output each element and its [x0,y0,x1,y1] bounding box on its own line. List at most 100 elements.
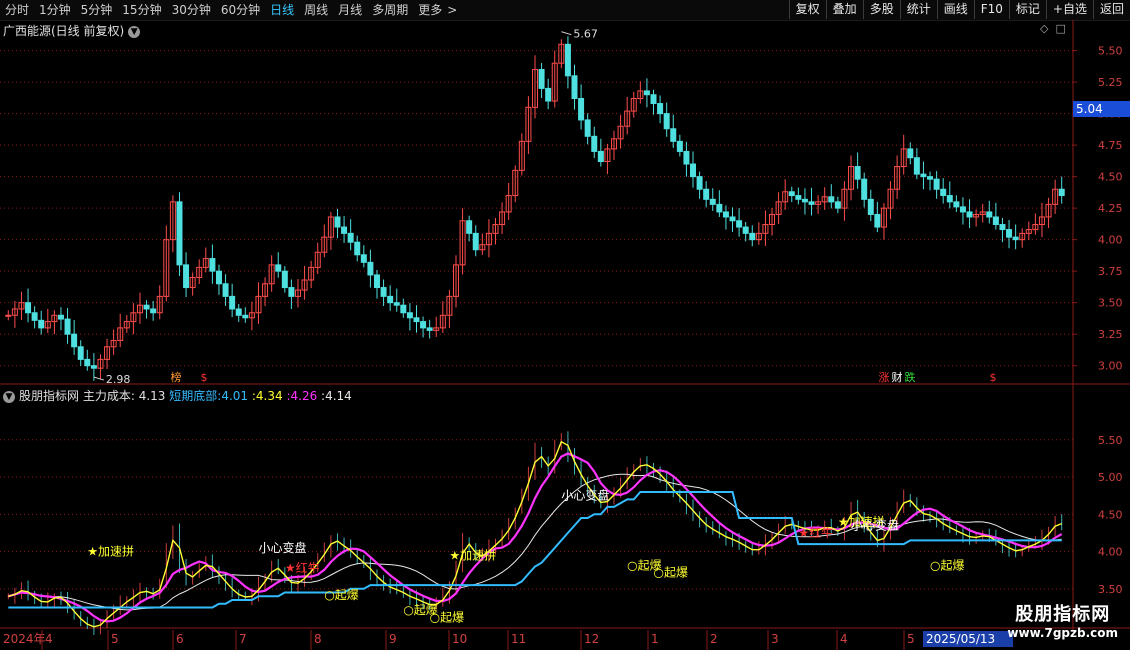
y-tick-label: 3.50 [1098,297,1123,310]
x-year-label: 2024年 [3,632,46,646]
candle-body [71,333,78,348]
candle-body [84,358,91,367]
candle-body [578,97,585,121]
candle-body [597,150,604,163]
watermark-title: 股朋指标网 [1015,604,1111,625]
candle-body [183,264,190,289]
candle-body [360,254,367,263]
low-pointer [93,376,105,381]
candle-body [808,201,815,205]
high-price-label: 5.67 [573,28,598,41]
candle-body [538,69,545,89]
candle-body [834,201,841,209]
candle-body [584,119,591,137]
x-month-label: 10 [452,632,467,646]
candle-body [690,163,697,178]
candle-body [347,232,354,243]
candle-body [749,232,756,241]
candle-body [940,188,947,197]
y-tick-label: 3.75 [1098,265,1123,278]
candle-body [670,128,677,142]
x-month-label: 7 [239,632,247,646]
candle-body [393,302,400,306]
candle-body [400,304,407,314]
candle-body [420,321,427,329]
candle-body [31,312,38,321]
signal-label: ★加速拼 [87,545,134,559]
signal-label: ○起爆 [324,588,358,602]
x-month-label: 11 [511,632,526,646]
indicator-y-tick-label: 5.50 [1098,434,1123,447]
stock-chart[interactable]: 5.50 5.25 5.00 4.75 4.50 4.25 4.00 3.75 3.50 3.25… [0,0,1130,650]
x-month-label: 4 [840,632,848,646]
indicator-y-tick-label: 3.50 [1098,583,1123,596]
candle-body [736,220,743,228]
candle-body [795,195,802,200]
signal-label: ★红牛 [285,560,320,575]
x-month-label: 2 [710,632,718,646]
candle-body [545,87,552,102]
candle-body [828,196,835,203]
signal-label: ★加速拼 [449,548,496,562]
candle-body [966,211,973,218]
candle-body [242,314,249,319]
y-tick-label: 4.25 [1098,202,1123,215]
signal-label: ★红牛 [798,525,833,540]
candle-body [354,241,361,256]
candle-body [571,75,578,99]
x-month-label: 5 [111,632,119,646]
candle-body [38,319,45,329]
candle-body [742,226,749,234]
candle-body [716,203,723,213]
candle-body [176,201,183,266]
candle-body [913,157,920,175]
candle-body [946,195,953,203]
signal-label: 小心变盘 [258,540,306,555]
candle-body [676,140,683,152]
candle-body [992,216,999,226]
candle-body [953,201,960,208]
candle-body [861,178,868,200]
candle-body [564,43,571,77]
candle-body [663,113,670,130]
candle-body [722,211,729,218]
low-price-label: 2.98 [106,373,131,386]
candle-body [90,365,97,369]
indicator-y-tick-label: 4.50 [1098,508,1123,521]
x-month-label: 9 [389,632,397,646]
candle-body [927,176,934,180]
candle-body [367,261,374,276]
event-mark: 榜 [171,370,182,384]
candle-body [591,135,598,152]
signal-label: ○起爆 [654,566,688,580]
candle-body [683,150,690,165]
candle-body [222,283,229,297]
candle-body [867,198,874,215]
candle-body [334,216,341,228]
y-tick-label: 4.00 [1098,234,1123,247]
candle-body [64,318,71,335]
y-tick-label: 3.25 [1098,328,1123,341]
candle-body [907,148,914,159]
x-month-label: 4 [45,632,53,646]
y-tick-label: 4.50 [1098,171,1123,184]
candle-body [143,304,150,310]
x-month-label: 8 [314,632,322,646]
candle-body [288,287,295,297]
x-month-label: 3 [771,632,779,646]
candle-body [77,346,84,360]
candle-body [959,206,966,213]
event-mark: $ [990,371,997,384]
candle-body [999,224,1006,231]
cursor-date-label: 2025/05/13 [926,632,995,646]
x-month-label: 5 [907,632,915,646]
candle-body [413,317,420,323]
candle-body [696,176,703,190]
y-tick-label: 5.50 [1098,45,1123,58]
candle-body [406,312,413,319]
candle-body [275,264,282,272]
signal-label: 小心变盘 [561,488,609,503]
event-mark: 涨 [879,371,890,384]
candle-body [854,166,861,180]
event-mark: 财 [892,370,903,384]
